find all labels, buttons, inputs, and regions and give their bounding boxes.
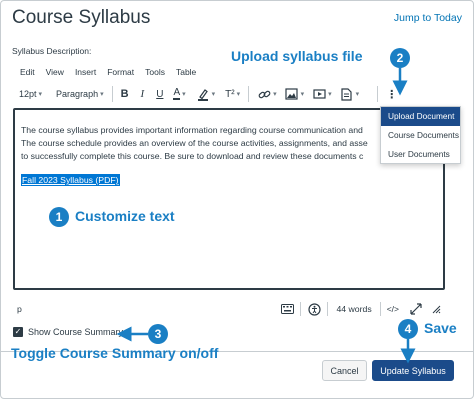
media-icon (312, 87, 326, 101)
annotation-save-text: Save (424, 320, 457, 336)
annotation-customize-text: Customize text (75, 208, 175, 224)
menu-edit[interactable]: Edit (20, 67, 35, 77)
course-summary-checkbox[interactable]: ✓ (13, 327, 23, 337)
statusbar-divider (327, 302, 329, 316)
element-path[interactable]: p (17, 304, 22, 314)
page-title: Course Syllabus (12, 7, 151, 28)
link-icon (257, 87, 271, 101)
highlight-icon (196, 87, 210, 101)
accessibility-checker-icon[interactable] (307, 302, 321, 316)
annotation-upload-text: Upload syllabus file (231, 48, 363, 64)
chevron-down-icon: ▾ (38, 91, 43, 98)
chevron-down-icon: ▾ (211, 91, 216, 98)
font-size-value: 12pt (19, 89, 37, 99)
show-course-summary-toggle[interactable]: ✓ Show Course Summary (13, 327, 123, 337)
jump-to-today-link[interactable]: Jump to Today (394, 12, 462, 24)
highlight-color-button[interactable]: ▾ (192, 83, 220, 105)
annotation-badge-3: 3 (148, 324, 168, 344)
syllabus-description-label: Syllabus Description: (12, 46, 92, 56)
editor-statusbar: p 44 words </> (13, 298, 445, 320)
menu-view[interactable]: View (46, 67, 64, 77)
underline-button[interactable]: U (152, 83, 167, 105)
statusbar-divider (300, 302, 302, 316)
link-button[interactable]: ▾ (253, 83, 281, 105)
annotation-badge-2: 2 (390, 48, 410, 68)
menu-insert[interactable]: Insert (75, 67, 96, 77)
syllabus-file-link[interactable]: Fall 2023 Syllabus (PDF) (21, 174, 120, 186)
menu-upload-document[interactable]: Upload Document (381, 107, 460, 126)
more-icon: ⋮ (386, 88, 398, 101)
document-button[interactable]: ▾ (336, 83, 364, 105)
chevron-down-icon: ▾ (355, 91, 360, 98)
statusbar-actions: 44 words </> (280, 300, 443, 318)
editor-toolbar: 12pt ▾ Paragraph ▾ B I U A ▾ ▾ T² ▾ ▾ ▾ … (13, 83, 445, 105)
block-format-select[interactable]: Paragraph ▾ (52, 83, 108, 105)
bold-button[interactable]: B (117, 83, 133, 105)
block-format-value: Paragraph (56, 89, 99, 99)
cancel-button[interactable]: Cancel (322, 360, 367, 381)
media-button[interactable]: ▾ (308, 83, 336, 105)
toolbar-divider (377, 86, 379, 102)
menu-table[interactable]: Table (176, 67, 196, 77)
menu-tools[interactable]: Tools (145, 67, 165, 77)
text-color-icon: A (173, 87, 181, 100)
toolbar-divider (111, 86, 113, 102)
keyboard-icon[interactable] (280, 302, 294, 316)
font-size-select[interactable]: 12pt ▾ (13, 83, 46, 105)
document-menu: Upload Document Course Documents User Do… (380, 106, 461, 164)
update-syllabus-button[interactable]: Update Syllabus (372, 360, 454, 381)
chevron-down-icon: ▾ (236, 91, 241, 98)
editor-menubar: Edit View Insert Format Tools Table (20, 67, 196, 77)
text-color-button[interactable]: A ▾ (169, 83, 189, 105)
toolbar-divider (248, 86, 250, 102)
underline-icon: U (156, 88, 164, 100)
superscript-icon: T² (225, 88, 235, 100)
menu-format[interactable]: Format (107, 67, 134, 77)
menu-course-documents[interactable]: Course Documents (381, 126, 460, 145)
annotation-toggle-text: Toggle Course Summary on/off (11, 345, 219, 361)
image-icon (285, 87, 299, 101)
chevron-down-icon: ▾ (300, 91, 305, 98)
chevron-down-icon: ▾ (273, 91, 277, 98)
superscript-button[interactable]: T² ▾ (221, 83, 244, 105)
word-count: 44 words (336, 304, 372, 314)
statusbar-divider (379, 302, 381, 316)
bold-icon: B (120, 88, 129, 100)
italic-button[interactable]: I (137, 83, 149, 105)
more-button[interactable]: ⋮ (382, 83, 401, 105)
html-editor-toggle[interactable]: </> (387, 304, 399, 314)
annotation-badge-1: 1 (49, 207, 69, 227)
italic-icon: I (140, 88, 145, 100)
fullscreen-icon[interactable] (409, 302, 423, 316)
chevron-down-icon: ▾ (100, 91, 104, 98)
chevron-down-icon: ▾ (182, 91, 186, 98)
menu-user-documents[interactable]: User Documents (381, 145, 460, 164)
course-summary-label: Show Course Summary (28, 327, 124, 337)
image-button[interactable]: ▾ (281, 83, 309, 105)
annotation-badge-4: 4 (398, 319, 418, 339)
resize-handle-icon[interactable] (429, 302, 443, 316)
document-icon (340, 87, 354, 101)
chevron-down-icon: ▾ (328, 91, 332, 98)
